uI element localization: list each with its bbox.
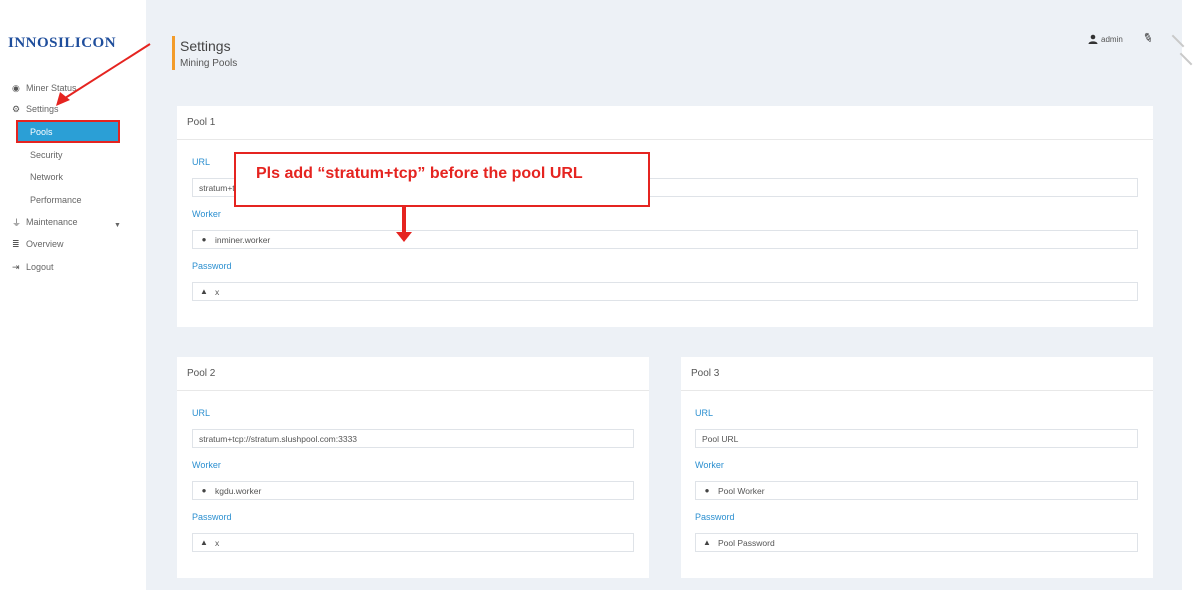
arrow-down-shaft: [402, 207, 406, 233]
arrow-head-settings-icon: [56, 92, 70, 106]
annotation-arrows: [56, 43, 412, 242]
right-edge: [1182, 0, 1196, 590]
arrow-down-head-icon: [396, 232, 412, 242]
arrow-to-settings: [61, 43, 151, 101]
